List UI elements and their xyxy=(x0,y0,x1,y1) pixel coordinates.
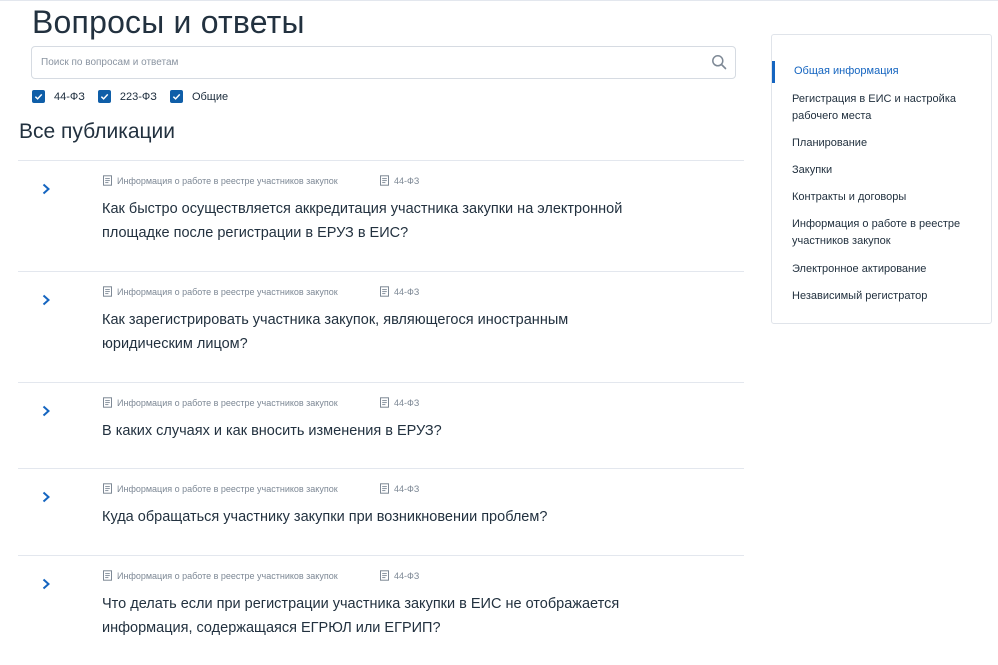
sidebar-item-electronic-acts[interactable]: Электронное актирование xyxy=(792,261,982,278)
publication-meta: Информация о работе в реестре участников… xyxy=(102,175,419,186)
law-text: 44-ФЗ xyxy=(394,286,420,297)
document-icon xyxy=(103,397,112,408)
checkbox-general[interactable] xyxy=(169,90,183,103)
publication-item[interactable]: Информация о работе в реестре участников… xyxy=(18,555,744,665)
filter-44fz[interactable]: 44-ФЗ xyxy=(32,90,85,103)
document-icon xyxy=(380,570,389,581)
category-text: Информация о работе в реестре участников… xyxy=(117,286,338,297)
sidebar-item-participants-registry[interactable]: Информация о работе в реестре участников… xyxy=(792,216,982,250)
section-title: Все публикации xyxy=(19,120,176,143)
document-icon xyxy=(380,286,389,297)
check-icon xyxy=(100,93,109,100)
publication-law: 44-ФЗ xyxy=(379,397,419,408)
category-sidebar: Общая информация Регистрация в ЕИС и нас… xyxy=(771,34,992,324)
publication-question[interactable]: Что делать если при регистрации участник… xyxy=(102,592,642,640)
law-text: 44-ФЗ xyxy=(394,570,420,581)
search-icon[interactable] xyxy=(711,54,727,70)
chevron-right-icon[interactable] xyxy=(41,491,51,503)
category-text: Информация о работе в реестре участников… xyxy=(117,175,338,186)
publication-question[interactable]: Куда обращаться участнику закупки при во… xyxy=(102,505,642,529)
sidebar-item-contracts[interactable]: Контракты и договоры xyxy=(792,189,982,206)
check-icon xyxy=(172,93,181,100)
publication-question[interactable]: Как быстро осуществляется аккредитация у… xyxy=(102,197,642,245)
filter-label: 223-ФЗ xyxy=(119,90,157,103)
publication-law: 44-ФЗ xyxy=(379,570,419,581)
publication-question[interactable]: Как зарегистрировать участника закупок, … xyxy=(102,308,642,356)
publication-item[interactable]: Информация о работе в реестре участников… xyxy=(18,382,744,468)
publication-meta: Информация о работе в реестре участников… xyxy=(102,483,419,494)
category-text: Информация о работе в реестре участников… xyxy=(117,397,338,408)
publication-law: 44-ФЗ xyxy=(379,175,419,186)
chevron-right-icon[interactable] xyxy=(41,183,51,195)
publication-meta: Информация о работе в реестре участников… xyxy=(102,286,419,297)
filter-label: Общие xyxy=(191,90,229,103)
page-title: Вопросы и ответы xyxy=(32,4,305,40)
publication-law: 44-ФЗ xyxy=(379,483,419,494)
filter-label: 44-ФЗ xyxy=(54,90,85,103)
publication-question[interactable]: В каких случаях и как вносить изменения … xyxy=(102,419,642,443)
sidebar-item-independent-registrar[interactable]: Независимый регистратор xyxy=(792,288,982,305)
publication-category: Информация о работе в реестре участников… xyxy=(102,570,379,581)
sidebar-item-planning[interactable]: Планирование xyxy=(792,135,982,152)
category-text: Информация о работе в реестре участников… xyxy=(117,570,338,581)
document-icon xyxy=(103,286,112,297)
publication-law: 44-ФЗ xyxy=(379,286,419,297)
category-text: Информация о работе в реестре участников… xyxy=(117,483,338,494)
chevron-right-icon[interactable] xyxy=(41,294,51,306)
filter-group: 44-ФЗ 223-ФЗ Общие xyxy=(32,90,241,103)
publication-category: Информация о работе в реестре участников… xyxy=(102,483,379,494)
checkbox-44fz[interactable] xyxy=(32,90,45,103)
document-icon xyxy=(103,175,112,186)
publication-meta: Информация о работе в реестре участников… xyxy=(102,397,419,408)
law-text: 44-ФЗ xyxy=(394,483,420,494)
publication-item[interactable]: Информация о работе в реестре участников… xyxy=(18,160,744,271)
publication-category: Информация о работе в реестре участников… xyxy=(102,286,379,297)
chevron-right-icon[interactable] xyxy=(41,405,51,417)
document-icon xyxy=(103,483,112,494)
filter-223fz[interactable]: 223-ФЗ xyxy=(97,90,157,103)
document-icon xyxy=(103,570,112,581)
search-box xyxy=(31,46,736,79)
law-text: 44-ФЗ xyxy=(394,175,420,186)
sidebar-item-general[interactable]: Общая информация xyxy=(794,63,984,80)
publication-category: Информация о работе в реестре участников… xyxy=(102,175,379,186)
document-icon xyxy=(380,483,389,494)
publication-category: Информация о работе в реестре участников… xyxy=(102,397,379,408)
law-text: 44-ФЗ xyxy=(394,397,420,408)
sidebar-item-procurement[interactable]: Закупки xyxy=(792,162,982,179)
checkbox-223fz[interactable] xyxy=(97,90,111,103)
document-icon xyxy=(380,397,389,408)
check-icon xyxy=(34,93,43,100)
sidebar-item-registration[interactable]: Регистрация в ЕИС и настройка рабочего м… xyxy=(792,91,982,125)
filter-general[interactable]: Общие xyxy=(169,90,229,103)
publication-meta: Информация о работе в реестре участников… xyxy=(102,570,419,581)
publication-item[interactable]: Информация о работе в реестре участников… xyxy=(18,468,744,555)
publication-list: Информация о работе в реестре участников… xyxy=(18,160,744,665)
publication-item[interactable]: Информация о работе в реестре участников… xyxy=(18,271,744,382)
document-icon xyxy=(380,175,389,186)
search-input[interactable] xyxy=(32,47,702,78)
active-indicator xyxy=(772,61,775,83)
chevron-right-icon[interactable] xyxy=(41,578,51,590)
